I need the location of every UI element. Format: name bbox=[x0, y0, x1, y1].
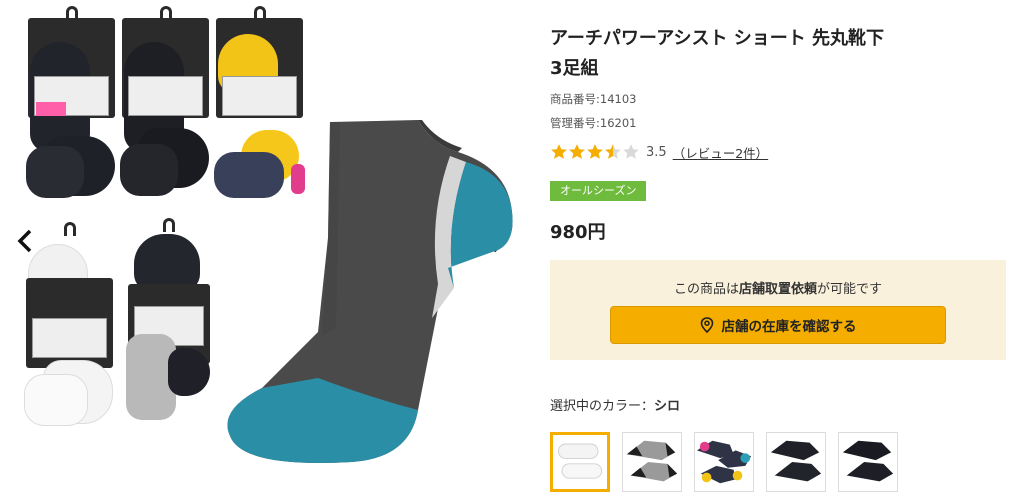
product-title-line1: アーチパワーアシスト ショート 先丸靴下 bbox=[550, 28, 885, 49]
main-sock-image bbox=[227, 120, 513, 463]
color-swatches bbox=[550, 432, 910, 492]
package-gray-image bbox=[124, 218, 214, 420]
swatch-black-2[interactable] bbox=[838, 432, 898, 492]
price: 980円 bbox=[550, 222, 606, 243]
selected-color-label: 選択中のカラー：シロ bbox=[550, 399, 681, 414]
star-icon bbox=[569, 144, 585, 159]
swatch-white[interactable] bbox=[550, 432, 610, 492]
rating-stars bbox=[550, 143, 640, 161]
check-store-stock-button[interactable]: 店舗の在庫を確認する bbox=[610, 306, 946, 344]
season-badge: オールシーズン bbox=[550, 181, 647, 201]
rating: 3.5 （レビュー2件） bbox=[550, 143, 768, 161]
star-icon bbox=[551, 144, 567, 159]
review-count-link[interactable]: （レビュー2件） bbox=[673, 143, 768, 162]
selected-color-value: シロ bbox=[654, 399, 681, 414]
swatch-gray[interactable] bbox=[622, 432, 682, 492]
product-title: アーチパワーアシスト ショート 先丸靴下 3足組 bbox=[550, 24, 950, 84]
store-pickup-message: この商品は店舗取置依頼が可能です bbox=[673, 282, 883, 297]
package-black-1-image bbox=[24, 6, 119, 206]
product-info-panel: アーチパワーアシスト ショート 先丸靴下 3足組 商品番号:14103 管理番号… bbox=[550, 0, 1006, 499]
map-pin-icon bbox=[700, 317, 713, 333]
item-number: 商品番号:14103 bbox=[550, 92, 637, 106]
star-icon bbox=[605, 144, 621, 159]
product-gallery bbox=[0, 0, 530, 499]
store-pickup-box: この商品は店舗取置依頼が可能です 店舗の在庫を確認する bbox=[550, 260, 1006, 360]
star-icon bbox=[623, 144, 639, 159]
star-icon bbox=[587, 144, 603, 159]
package-black-2-image bbox=[118, 6, 213, 206]
control-number: 管理番号:16201 bbox=[550, 116, 637, 130]
swatch-black-1[interactable] bbox=[766, 432, 826, 492]
product-title-line2: 3足組 bbox=[550, 58, 599, 79]
package-white-image bbox=[22, 222, 117, 426]
check-store-stock-label: 店舗の在庫を確認する bbox=[721, 319, 857, 335]
rating-value: 3.5 bbox=[646, 144, 667, 160]
swatch-multi[interactable] bbox=[694, 432, 754, 492]
